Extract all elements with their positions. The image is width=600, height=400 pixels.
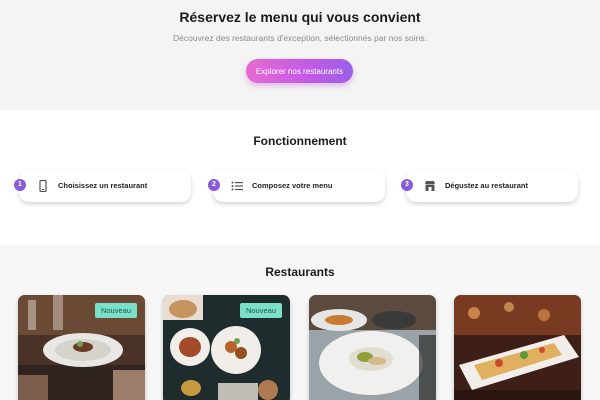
step-label-3: Dégustez au restaurant bbox=[445, 181, 528, 190]
badge-nouveau: Nouveau bbox=[239, 303, 282, 318]
step-card-1: Choisissez un restaurant bbox=[19, 170, 191, 202]
explore-restaurants-button[interactable]: Explorer nos restaurants bbox=[246, 59, 353, 83]
step-label-1: Choisissez un restaurant bbox=[58, 181, 148, 190]
hero-title: Réservez le menu qui vous convient bbox=[179, 9, 421, 25]
step-number-1: 1 bbox=[14, 179, 26, 191]
step-card-3: Dégustez au restaurant bbox=[406, 170, 578, 202]
restaurant-card-2[interactable]: Nouveau bbox=[163, 295, 290, 400]
restaurant-card-4[interactable] bbox=[454, 295, 581, 400]
step-label-2: Composez votre menu bbox=[252, 181, 333, 190]
badge-nouveau: Nouveau bbox=[94, 303, 137, 318]
restaurant-photo-3 bbox=[309, 295, 436, 400]
phone-icon bbox=[39, 180, 47, 192]
restaurant-card-1[interactable]: Nouveau bbox=[18, 295, 145, 400]
hero-section: Réservez le menu qui vous convient Décou… bbox=[0, 0, 600, 110]
section-title-how: Fonctionnement bbox=[253, 134, 347, 148]
step-number-2: 2 bbox=[208, 179, 220, 191]
restaurant-card-3[interactable] bbox=[309, 295, 436, 400]
restaurants-section: Restaurants Nouveau Nouveau bbox=[0, 245, 600, 400]
how-it-works-section: Fonctionnement Choisissez un restaurant … bbox=[0, 110, 600, 245]
hero-subtitle: Découvrez des restaurants d'exception, s… bbox=[173, 33, 427, 43]
store-icon bbox=[425, 181, 435, 191]
step-number-3: 3 bbox=[401, 179, 413, 191]
step-card-2: Composez votre menu bbox=[213, 170, 385, 202]
list-icon bbox=[231, 181, 243, 191]
section-title-restaurants: Restaurants bbox=[265, 265, 335, 279]
restaurant-photo-4 bbox=[454, 295, 581, 400]
